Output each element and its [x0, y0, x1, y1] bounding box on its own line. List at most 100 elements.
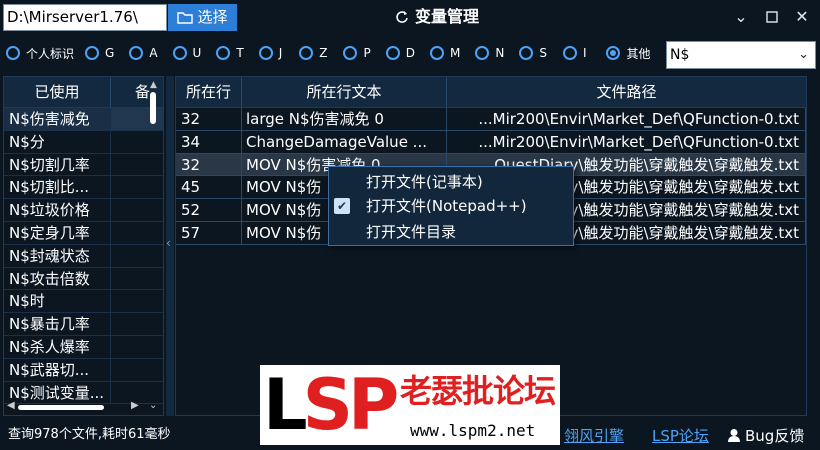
- menu-item-open-notepadpp[interactable]: ✔ 打开文件(Notepad++): [329, 195, 573, 217]
- cell-line: 57: [176, 221, 242, 244]
- table-row[interactable]: 34 ChangeDamageValue ... ...Mir200\Envir\M…: [176, 130, 806, 154]
- menu-item-label: 打开文件(记事本): [366, 173, 483, 191]
- radio-dot-icon: [299, 46, 314, 60]
- window-icon[interactable]: [763, 8, 781, 26]
- list-item[interactable]: N$暴击几率: [4, 313, 163, 336]
- radio-label: 个人标识: [26, 46, 75, 61]
- user-icon: [728, 429, 740, 442]
- variable-select[interactable]: N$ ⌄: [666, 41, 816, 69]
- radio-dot-icon: [343, 46, 358, 60]
- filter-radio-group: 个人标识 G A U T J Z P D M N S I 其他: [6, 42, 651, 64]
- list-body: N$伤害减免 N$分 N$切割几率 N$切割比... N$垃圾价格 N$定身几率…: [4, 108, 163, 405]
- radio-label: J: [278, 46, 283, 60]
- scrollbar-thumb[interactable]: [150, 92, 156, 124]
- list-item-label: N$杀人爆率: [4, 335, 111, 358]
- radio-label: N: [495, 46, 505, 60]
- radio-d[interactable]: D: [385, 46, 415, 60]
- header-text[interactable]: 所在行文本: [242, 77, 447, 107]
- radio-personal[interactable]: 个人标识: [6, 45, 74, 62]
- table-header: 所在行 所在行文本 文件路径: [176, 77, 806, 108]
- list-item[interactable]: N$时: [4, 290, 163, 314]
- scroll-up-icon[interactable]: ▲: [150, 80, 157, 90]
- cell-line: 45: [176, 176, 242, 199]
- header-used[interactable]: 已使用: [4, 77, 111, 107]
- list-item[interactable]: N$伤害减免: [4, 108, 163, 131]
- radio-dot-icon: [172, 46, 187, 60]
- path-input[interactable]: D:\Mirserver1.76\: [3, 4, 167, 31]
- radio-a[interactable]: A: [129, 46, 158, 60]
- variable-select-value: N$: [670, 47, 690, 63]
- chevron-left-icon[interactable]: ‹: [166, 236, 171, 250]
- list-item[interactable]: N$定身几率: [4, 221, 163, 245]
- list-item[interactable]: N$垃圾价格: [4, 199, 163, 222]
- cell-text: large N$伤害减免 0: [242, 108, 447, 130]
- radio-i[interactable]: I: [562, 46, 587, 60]
- radio-other[interactable]: 其他: [606, 45, 651, 62]
- engine-link[interactable]: 翎风引擎: [564, 425, 624, 446]
- radio-label: I: [582, 46, 587, 60]
- list-item-label: N$分: [4, 130, 111, 153]
- scroll-down-icon[interactable]: ⌄: [149, 400, 157, 411]
- select-folder-button[interactable]: 选择: [168, 4, 237, 31]
- list-item[interactable]: N$杀人爆率: [4, 335, 163, 359]
- list-item[interactable]: N$分: [4, 130, 163, 154]
- cell-path: ...Mir200\Envir\Market_Def\QFunction-0.t…: [447, 108, 806, 130]
- list-item-label: N$暴击几率: [4, 313, 111, 335]
- horizontal-scrollbar-thumb[interactable]: [18, 405, 104, 410]
- radio-p[interactable]: P: [343, 46, 371, 60]
- radio-u[interactable]: U: [172, 46, 202, 60]
- scroll-left-icon[interactable]: ◀: [7, 400, 15, 411]
- used-variables-table: 已使用 备 N$伤害减免 N$分 N$切割几率 N$切割比... N$垃圾价格 …: [3, 76, 164, 416]
- radio-s[interactable]: S: [519, 46, 547, 60]
- radio-label: M: [449, 46, 461, 60]
- radio-dot-icon: [258, 46, 273, 60]
- lsp-forum-link[interactable]: LSP论坛: [652, 425, 709, 446]
- list-item[interactable]: N$封魂状态: [4, 244, 163, 268]
- list-item[interactable]: N$切割比...: [4, 176, 163, 200]
- radio-dot-icon: [429, 46, 444, 60]
- menu-item-label: 打开文件目录: [366, 223, 457, 241]
- window-title: 变量管理: [395, 6, 479, 28]
- radio-label: U: [192, 46, 202, 60]
- radio-dot-icon: [6, 46, 20, 60]
- radio-n[interactable]: N: [475, 46, 504, 60]
- menu-item-label: 打开文件(Notepad++): [366, 197, 527, 215]
- list-item-label: N$切割比...: [4, 176, 111, 199]
- radio-label: S: [539, 46, 547, 60]
- cell-text: ChangeDamageValue ...: [242, 130, 447, 153]
- vertical-scrollbar[interactable]: [147, 92, 159, 412]
- radio-j[interactable]: J: [258, 46, 283, 60]
- list-item-label: N$定身几率: [4, 221, 111, 244]
- list-item[interactable]: N$测试变量...: [4, 381, 163, 405]
- radio-m[interactable]: M: [429, 46, 461, 60]
- radio-label: T: [236, 46, 244, 60]
- radio-t[interactable]: T: [216, 46, 244, 60]
- refresh-icon: [396, 11, 408, 23]
- list-item[interactable]: N$切割几率: [4, 153, 163, 177]
- menu-item-open-folder[interactable]: 打开文件目录: [329, 221, 573, 243]
- radio-dot-icon: [562, 46, 577, 60]
- radio-label: 其他: [626, 46, 651, 61]
- list-item[interactable]: N$攻击倍数: [4, 267, 163, 291]
- radio-g[interactable]: G: [85, 46, 114, 60]
- title-text: 变量管理: [415, 7, 480, 26]
- bug-feedback-button[interactable]: Bug反馈: [727, 425, 804, 446]
- scroll-right-icon[interactable]: ▶: [131, 400, 139, 411]
- select-label: 选择: [197, 8, 228, 26]
- radio-dot-icon: [606, 46, 621, 60]
- radio-z[interactable]: Z: [299, 46, 327, 60]
- list-item-label: N$封魂状态: [4, 244, 111, 267]
- chevron-down-icon[interactable]: ⌄: [732, 8, 750, 26]
- watermark: LSP 老瑟批论坛 www.lspm2.net: [260, 365, 560, 445]
- bug-feedback-label: Bug反馈: [745, 427, 805, 445]
- menu-item-open-notepad[interactable]: 打开文件(记事本): [329, 171, 573, 193]
- list-item-label: N$垃圾价格: [4, 199, 111, 221]
- list-item-label: N$时: [4, 290, 111, 313]
- header-path[interactable]: 文件路径: [447, 77, 806, 107]
- radio-label: P: [363, 46, 371, 60]
- header-line[interactable]: 所在行: [176, 77, 242, 107]
- table-row[interactable]: 32 large N$伤害减免 0 ...Mir200\Envir\Market_D…: [176, 108, 806, 131]
- list-item[interactable]: N$武器切...: [4, 358, 163, 382]
- close-icon[interactable]: ✕: [793, 8, 811, 26]
- cell-path: ...Mir200\Envir\Market_Def\QFunction-0.t…: [447, 130, 806, 153]
